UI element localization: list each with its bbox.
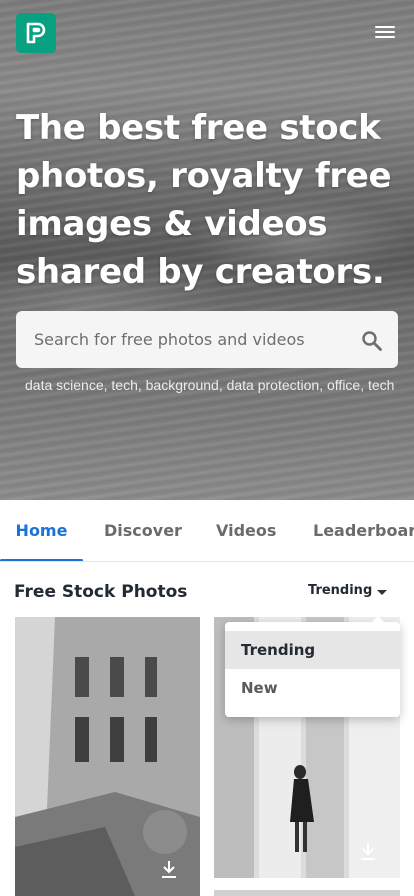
download-icon[interactable] xyxy=(359,841,377,861)
pexels-logo-icon xyxy=(26,22,46,44)
tab-leaderboard[interactable]: Leaderboard xyxy=(313,500,414,561)
tab-videos[interactable]: Videos xyxy=(216,500,276,561)
search-bar[interactable] xyxy=(16,311,398,368)
tag-link[interactable]: tech xyxy=(111,377,137,393)
section-title: Free Stock Photos xyxy=(14,582,188,602)
sort-option-new[interactable]: New xyxy=(225,669,400,707)
tag-link[interactable]: data protection xyxy=(227,377,320,393)
photo-card[interactable] xyxy=(15,617,200,896)
tab-home[interactable]: Home xyxy=(0,500,83,561)
building-photo xyxy=(15,617,200,896)
chevron-down-icon[interactable] xyxy=(377,590,387,595)
suggested-tags: data science, tech, background, data pro… xyxy=(25,377,395,393)
search-input[interactable] xyxy=(16,311,346,368)
sort-dropdown-menu: Trending New xyxy=(225,616,400,717)
sort-option-trending[interactable]: Trending xyxy=(225,631,400,669)
tag-link[interactable]: office xyxy=(327,377,360,393)
logo[interactable] xyxy=(16,13,56,53)
hamburger-menu-icon[interactable] xyxy=(372,22,398,44)
sort-dropdown-button[interactable]: Trending xyxy=(308,583,372,598)
nav-tabs: Home Discover Videos Leaderboard xyxy=(0,500,414,562)
tag-link[interactable]: background xyxy=(146,377,219,393)
tag-link[interactable]: data science xyxy=(25,377,104,393)
tag-link[interactable]: tech xyxy=(368,377,394,393)
tab-discover[interactable]: Discover xyxy=(104,500,182,561)
search-icon[interactable] xyxy=(361,330,383,352)
download-icon[interactable] xyxy=(160,859,178,879)
hero-headline: The best free stock photos, royalty free… xyxy=(16,108,392,292)
hero-section: The best free stock photos, royalty free… xyxy=(0,0,414,500)
photo-card[interactable] xyxy=(214,890,400,896)
